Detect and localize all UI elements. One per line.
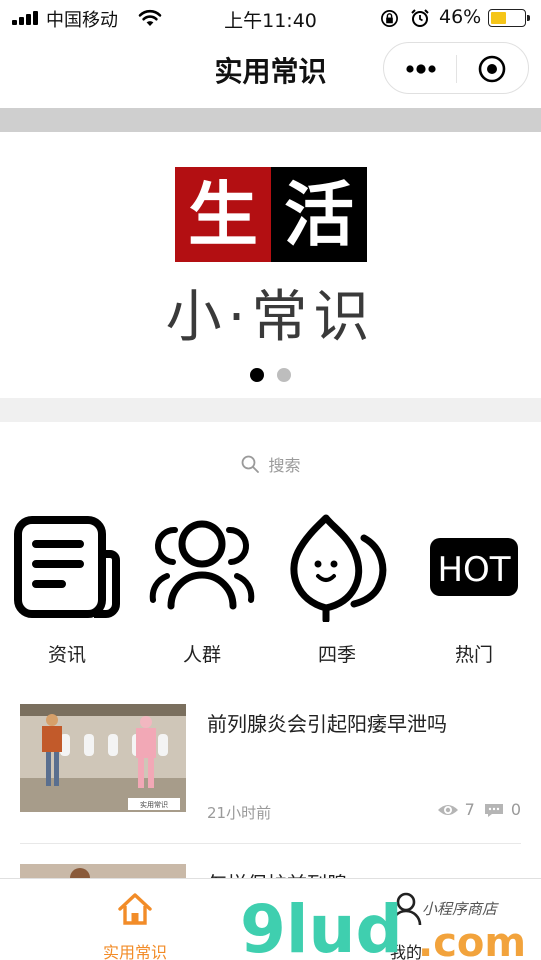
- logo-subtitle: 小·常识: [165, 285, 376, 350]
- category-people[interactable]: 人群: [142, 514, 262, 674]
- more-icon[interactable]: [404, 59, 438, 79]
- category-label: 热门: [454, 644, 493, 666]
- article-thumbnail: 实用常识: [20, 704, 186, 812]
- comment-icon: [484, 803, 503, 817]
- category-label: 四季: [317, 644, 356, 666]
- site-watermark: 9lud .com 小程序商店: [240, 891, 526, 960]
- article-time: 21小时前: [207, 804, 272, 822]
- logo-right-char: 活: [271, 167, 367, 262]
- article-title: 前列腺炎会引起阳痿早泄吗: [207, 712, 447, 736]
- svg-text:实用常识: 实用常识: [140, 800, 168, 809]
- comment-count: 0: [510, 800, 521, 819]
- eye-icon: [437, 804, 458, 815]
- search-icon: [242, 455, 260, 473]
- banner-carousel[interactable]: 生 活 小·常识: [0, 132, 541, 398]
- hot-icon: HOT: [430, 538, 518, 596]
- section-separator: [0, 398, 541, 422]
- tab-label: 实用常识: [102, 943, 167, 960]
- banner-top-strip: [0, 108, 541, 132]
- svg-text:小程序商店: 小程序商店: [422, 900, 499, 918]
- nav-bar: 实用常识: [0, 36, 541, 106]
- category-news[interactable]: 资讯: [7, 514, 127, 674]
- capsule-divider: [456, 55, 457, 83]
- carousel-dot[interactable]: [277, 368, 291, 382]
- svg-text:HOT: HOT: [437, 550, 510, 590]
- close-mini-program-icon[interactable]: [477, 54, 507, 84]
- category-hot[interactable]: HOT 热门: [414, 514, 534, 674]
- tab-home[interactable]: 实用常识: [70, 889, 200, 960]
- leaf-icon: [290, 514, 387, 622]
- people-icon: [149, 520, 255, 610]
- banner-logo: 生 活: [175, 167, 367, 262]
- view-count: 7: [464, 800, 475, 819]
- logo-left-char: 生: [175, 167, 271, 262]
- category-grid: 资讯 人群 四季 HOT 热门: [0, 514, 541, 674]
- battery-icon: [488, 9, 530, 27]
- battery-level: [491, 12, 506, 24]
- mini-program-capsule: [383, 42, 529, 94]
- article-stats: 7 0: [437, 800, 521, 819]
- search-bar[interactable]: 搜索: [0, 452, 541, 476]
- status-bar: 中国移动 上午11:40 46%: [0, 0, 541, 36]
- article-item[interactable]: 实用常识 前列腺炎会引起阳痿早泄吗 21小时前 7 0: [20, 704, 521, 844]
- carousel-dot[interactable]: [250, 368, 264, 382]
- category-seasons[interactable]: 四季: [277, 514, 397, 674]
- svg-text:9lud: 9lud: [240, 891, 403, 960]
- news-icon: [14, 516, 120, 618]
- svg-text:.com: .com: [418, 920, 526, 960]
- category-label: 人群: [182, 644, 221, 666]
- rotation-lock-icon: [381, 10, 398, 27]
- alarm-icon: [411, 9, 429, 27]
- category-label: 资讯: [47, 644, 86, 666]
- search-placeholder: 搜索: [268, 456, 301, 475]
- battery-percent: 46%: [439, 6, 482, 28]
- home-icon: [118, 893, 152, 925]
- carousel-indicator: [0, 368, 541, 382]
